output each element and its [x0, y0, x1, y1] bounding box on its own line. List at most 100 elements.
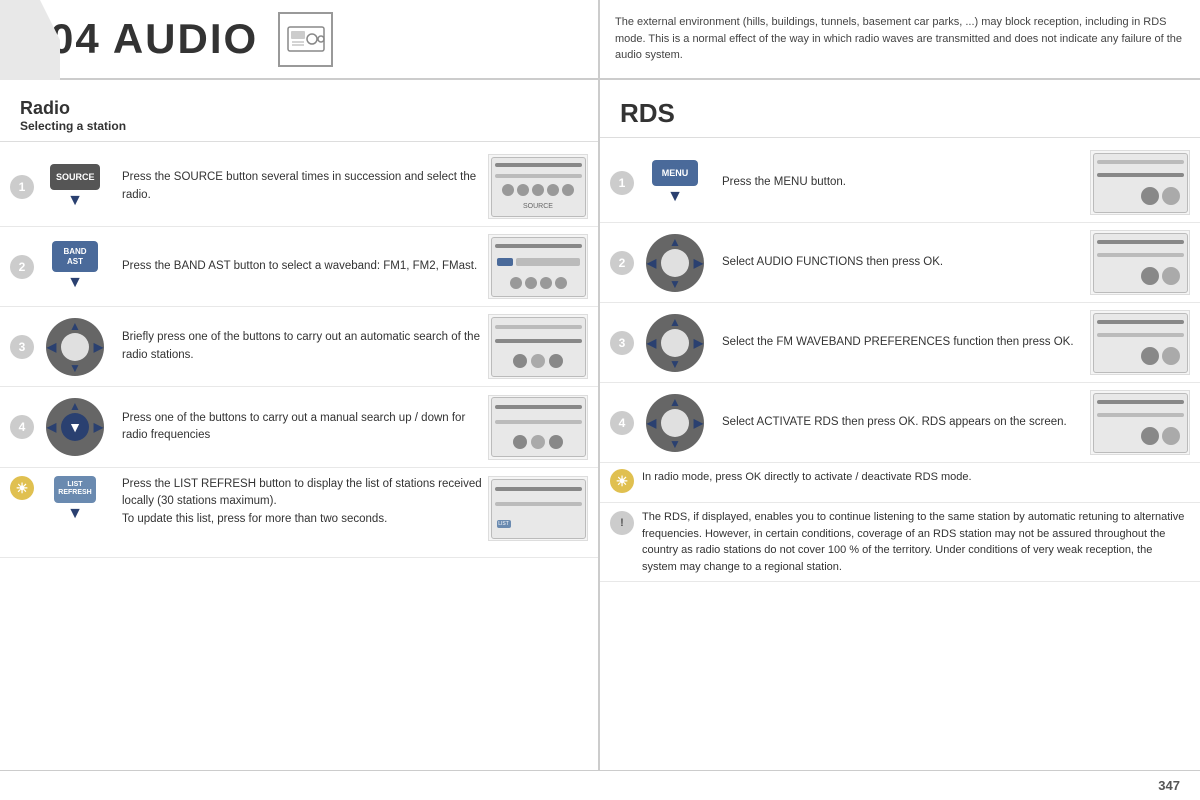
step-3-image: [488, 314, 588, 379]
nav-wheel-inner: [61, 333, 89, 361]
nav-arrow-down: ▼: [69, 361, 81, 375]
display-line: [1097, 333, 1184, 337]
display-buttons: [495, 277, 582, 289]
display-line: [495, 502, 582, 506]
rds-step-2-icon: ▲ ▼ ◀ ▶: [640, 234, 710, 292]
radio-step-4: 4 ▼ ▲ ◀ ▶ Press one of the buttons to ca…: [0, 387, 598, 468]
down-arrow-icon: ▼: [67, 192, 83, 210]
nav-arrow-up: ▲: [669, 235, 681, 249]
menu-button-with-arrow: MENU ▼: [652, 160, 698, 206]
step-number-4: 4: [10, 415, 34, 439]
display-line: [1097, 160, 1184, 164]
display-circle: [549, 435, 563, 449]
display-row: [1097, 187, 1184, 205]
display-row: [1097, 347, 1184, 365]
step-number-3: 3: [10, 335, 34, 359]
list-button: LISTREFRESH: [54, 476, 96, 503]
nav-wheel-rds-2: ▲ ▼ ◀ ▶: [646, 234, 704, 292]
nav-wheel-4: ▼ ▲ ◀ ▶: [46, 393, 104, 461]
display-line: [495, 420, 582, 424]
step-2-icon-area: BANDAST ▼: [40, 241, 110, 292]
down-arrow-icon: ▼: [67, 505, 83, 523]
display-line: [495, 244, 582, 248]
radio-display-3: [491, 317, 586, 377]
rds-step-number-3: 3: [610, 331, 634, 355]
display-line: [516, 258, 580, 266]
step-4-icon-area: ▼ ▲ ◀ ▶: [40, 393, 110, 461]
radio-step-1: 1 SOURCE ▼ Press the SOURCE button sever…: [0, 147, 598, 227]
page-header: 04 AUDIO The external environment (hills…: [0, 0, 1200, 80]
rds-note-exclamation: ! The RDS, if displayed, enables you to …: [600, 503, 1200, 582]
radio-btn: [510, 277, 522, 289]
right-panel-rds: RDS 1 MENU ▼ Press the MENU button.: [600, 80, 1200, 770]
display-row: [495, 256, 582, 268]
display-circle: [1141, 427, 1159, 445]
nav-arrow-down: ▼: [669, 357, 681, 371]
display-circle: [1162, 267, 1180, 285]
header-chapter-area: 04 AUDIO: [0, 0, 600, 78]
display-circle: [549, 354, 563, 368]
rds-step-3-image: [1090, 310, 1190, 375]
rds-step-2: 2 ▲ ▼ ◀ ▶ Select AUDIO FUNCTIONS then pr…: [600, 223, 1200, 303]
display-line: [495, 174, 582, 178]
menu-button: MENU: [652, 160, 698, 186]
step-1-image: SOURCE: [488, 154, 588, 219]
step-3-icon-area: ▲ ▼ ◀ ▶: [40, 318, 110, 376]
rds-step-number-2: 2: [610, 251, 634, 275]
display-circle: [1141, 267, 1159, 285]
radio-btn: [525, 277, 537, 289]
rds-step-4: 4 ▲ ▼ ◀ ▶ Select ACTIVATE RDS then press…: [600, 383, 1200, 463]
display-btn: [497, 258, 513, 266]
nav-wheel-center-blue: ▼: [61, 413, 89, 441]
page-footer: 347: [0, 770, 1200, 800]
nav-arrow-left: ◀: [647, 336, 656, 350]
display-circle: [513, 354, 527, 368]
step-3-text: Briefly press one of the buttons to carr…: [116, 329, 488, 364]
radio-subtitle: Selecting a station: [20, 119, 578, 133]
nav-wheel-rds-4: ▲ ▼ ◀ ▶: [646, 394, 704, 452]
radio-display-4: [491, 397, 586, 457]
step-number-1: 1: [10, 175, 34, 199]
sun-icon-badge: ☀: [10, 476, 34, 500]
nav-wheel-inner: [661, 249, 689, 277]
radio-title: Radio: [20, 98, 578, 119]
rds-step-4-icon: ▲ ▼ ◀ ▶: [640, 394, 710, 452]
rds-section-heading: RDS: [600, 90, 1200, 138]
step-1-icon-area: SOURCE ▼: [40, 164, 110, 210]
radio-step-2: 2 BANDAST ▼ Press the BAND AST button to…: [0, 227, 598, 307]
step-2-image: [488, 234, 588, 299]
nav-arrow-up: ▲: [669, 395, 681, 409]
nav-arrow-right: ▶: [694, 416, 703, 430]
display-circle: [1162, 427, 1180, 445]
page-number: 347: [1158, 778, 1180, 793]
display-circle: [531, 354, 545, 368]
display-line: [1097, 400, 1184, 404]
main-content: Radio Selecting a station 1 SOURCE ▼ Pre…: [0, 80, 1200, 770]
left-panel-radio: Radio Selecting a station 1 SOURCE ▼ Pre…: [0, 80, 600, 770]
step-number-2: 2: [10, 255, 34, 279]
display-circle: [1162, 347, 1180, 365]
display-row: [1097, 427, 1184, 445]
rds-title: RDS: [620, 98, 1180, 129]
rds-step-4-text: Select ACTIVATE RDS then press OK. RDS a…: [716, 414, 1090, 431]
nav-arrow-right: ▶: [94, 340, 103, 354]
display-line: [495, 325, 582, 329]
band-button: BANDAST: [52, 241, 98, 272]
radio-btn: [502, 184, 514, 196]
display-circle: [531, 435, 545, 449]
nav-arrow-right: ▶: [694, 336, 703, 350]
rds-step-2-image: [1090, 230, 1190, 295]
display-line: [1097, 173, 1184, 177]
radio-btn: [540, 277, 552, 289]
display-line: [1097, 320, 1184, 324]
radio-btn: [517, 184, 529, 196]
display-line: [1097, 253, 1184, 257]
list-btn-display: LIST: [497, 520, 511, 528]
band-button-with-arrow: BANDAST ▼: [52, 241, 98, 292]
nav-wheel-inner: [661, 409, 689, 437]
rds-display-4: [1093, 393, 1188, 453]
display-buttons: [495, 184, 582, 196]
nav-arrow-right: ▶: [94, 420, 103, 434]
rds-step-1-icon: MENU ▼: [640, 160, 710, 206]
nav-arrow-left: ◀: [647, 416, 656, 430]
